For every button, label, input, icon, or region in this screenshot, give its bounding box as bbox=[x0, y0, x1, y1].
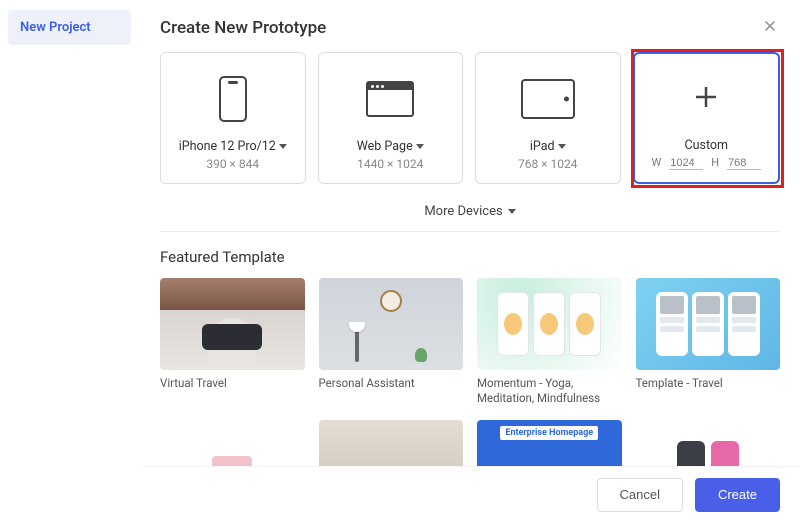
dialog-title: Create New Prototype bbox=[160, 18, 326, 38]
dialog-footer: Cancel Create bbox=[140, 466, 800, 522]
template-item-momentum-yoga[interactable]: Momentum - Yoga, Meditation, Mindfulness bbox=[477, 278, 622, 406]
device-card-custom[interactable]: Custom W H bbox=[633, 52, 781, 184]
height-prefix: H bbox=[711, 156, 719, 169]
custom-height-input[interactable] bbox=[727, 157, 761, 170]
phone-icon bbox=[219, 76, 247, 122]
divider bbox=[160, 231, 780, 232]
tablet-icon bbox=[521, 79, 575, 119]
close-icon bbox=[763, 19, 777, 37]
more-devices-toggle[interactable]: More Devices bbox=[160, 194, 780, 231]
template-item-template-travel[interactable]: Template - Travel bbox=[636, 278, 781, 406]
template-item-virtual-travel[interactable]: Virtual Travel bbox=[160, 278, 305, 406]
device-label: iPad bbox=[530, 139, 555, 154]
chevron-down-icon bbox=[416, 144, 424, 149]
template-item-personal-assistant[interactable]: Personal Assistant bbox=[319, 278, 464, 406]
sidebar-item-new-project[interactable]: New Project bbox=[8, 10, 131, 45]
device-label: Web Page bbox=[357, 139, 413, 154]
device-dimensions: 390 × 844 bbox=[206, 157, 259, 171]
device-type-row: iPhone 12 Pro/12 390 × 844 Web Page 1440… bbox=[160, 52, 780, 184]
plus-icon bbox=[691, 82, 721, 116]
cancel-button[interactable]: Cancel bbox=[597, 478, 683, 512]
button-label: Create bbox=[718, 487, 757, 502]
template-tag: Enterprise Homepage bbox=[500, 426, 598, 440]
width-prefix: W bbox=[651, 156, 661, 169]
browser-icon bbox=[366, 81, 414, 117]
template-name: Momentum - Yoga, Meditation, Mindfulness bbox=[477, 376, 622, 406]
device-label: Custom bbox=[684, 138, 728, 153]
template-thumbnail bbox=[477, 278, 622, 370]
more-devices-label: More Devices bbox=[424, 204, 502, 219]
device-dimensions: 1440 × 1024 bbox=[357, 157, 423, 171]
template-name: Virtual Travel bbox=[160, 376, 305, 391]
create-button[interactable]: Create bbox=[695, 478, 780, 512]
device-card-webpage[interactable]: Web Page 1440 × 1024 bbox=[318, 52, 464, 184]
device-card-ipad[interactable]: iPad 768 × 1024 bbox=[475, 52, 621, 184]
chevron-down-icon bbox=[558, 144, 566, 149]
sidebar: New Project bbox=[0, 0, 140, 522]
device-card-iphone[interactable]: iPhone 12 Pro/12 390 × 844 bbox=[160, 52, 306, 184]
device-dimensions: 768 × 1024 bbox=[518, 157, 578, 171]
button-label: Cancel bbox=[620, 487, 660, 502]
dialog-create-prototype: Create New Prototype iPhone 12 Pro/12 39… bbox=[140, 0, 800, 522]
device-label: iPhone 12 Pro/12 bbox=[179, 139, 276, 154]
template-name: Personal Assistant bbox=[319, 376, 464, 391]
template-thumbnail bbox=[636, 278, 781, 370]
custom-width-input[interactable] bbox=[669, 157, 703, 170]
sidebar-item-label: New Project bbox=[20, 20, 91, 35]
template-thumbnail bbox=[160, 278, 305, 370]
template-thumbnail bbox=[319, 278, 464, 370]
template-row: Virtual Travel Personal Assistant Moment… bbox=[160, 278, 780, 406]
close-button[interactable] bbox=[760, 18, 780, 38]
chevron-down-icon bbox=[279, 144, 287, 149]
featured-template-heading: Featured Template bbox=[160, 248, 780, 266]
chevron-down-icon bbox=[508, 209, 516, 214]
template-name: Template - Travel bbox=[636, 376, 781, 391]
